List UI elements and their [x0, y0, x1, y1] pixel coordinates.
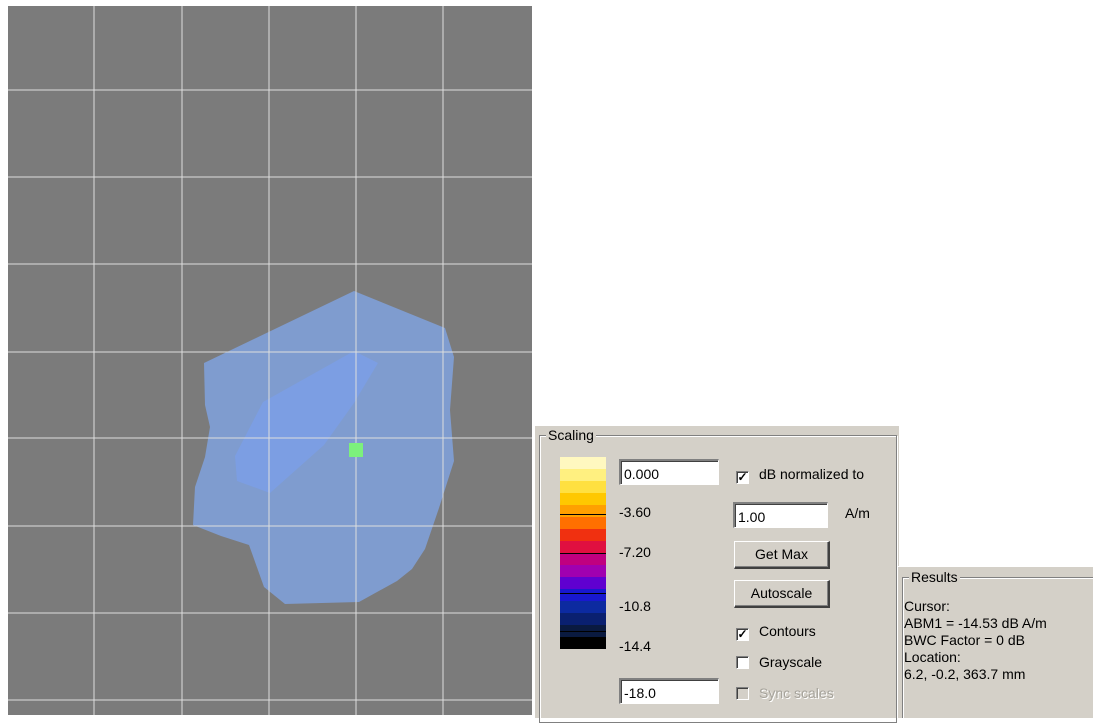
- field-plot[interactable]: [8, 6, 532, 715]
- colorbar-band: [560, 553, 606, 565]
- colorbar-band: [560, 517, 606, 529]
- min-value-input[interactable]: -18.0: [619, 678, 719, 704]
- colorbar-band: [560, 637, 606, 649]
- db-normalized-checkbox[interactable]: ✓ dB normalized to: [736, 465, 864, 484]
- results-abm1-value: ABM1 = -14.53 dB A/m: [904, 615, 1047, 631]
- field-region-outer: [193, 291, 454, 604]
- checkbox-box[interactable]: ✓: [736, 471, 749, 484]
- sync-scales-checkbox: Sync scales: [736, 684, 834, 702]
- colorbar-band: [560, 541, 606, 553]
- colorbar-band: [560, 481, 606, 493]
- colorbar-band: [560, 613, 606, 625]
- contour-line: [560, 646, 606, 647]
- contour-line: [560, 593, 606, 594]
- field-plot-canvas[interactable]: [8, 6, 532, 715]
- colorbar-band: [560, 565, 606, 577]
- colorbar-band: [560, 577, 606, 589]
- colorbar-tick-label: -10.8: [619, 598, 651, 614]
- colorbar-tick-label: -14.4: [619, 638, 651, 654]
- max-value-input[interactable]: 0.000: [619, 459, 719, 485]
- results-bwc-factor: BWC Factor = 0 dB: [904, 632, 1025, 648]
- colorbar-band: [560, 469, 606, 481]
- colorbar-band: [560, 457, 606, 469]
- scaling-panel: Scaling 0.000 -3.60 -7.20 -10.8 -14.4 -1…: [534, 425, 899, 723]
- contour-line: [560, 553, 606, 554]
- checkbox-box: [736, 687, 749, 700]
- contour-line: [560, 514, 606, 515]
- scaling-group-title: Scaling: [546, 427, 596, 443]
- checkbox-box[interactable]: [736, 656, 749, 669]
- sync-scales-label: Sync scales: [759, 685, 834, 701]
- contour-line: [560, 631, 606, 632]
- cursor-marker[interactable]: [349, 443, 363, 457]
- colorbar-band: [560, 529, 606, 541]
- grayscale-label: Grayscale: [759, 654, 823, 670]
- contours-label: Contours: [759, 623, 816, 639]
- colorbar-tick-label: -7.20: [619, 544, 651, 560]
- colorbar-tick-label: -3.60: [619, 504, 651, 520]
- autoscale-button[interactable]: Autoscale: [734, 580, 830, 608]
- unit-label: A/m: [845, 505, 870, 521]
- results-location-label: Location:: [904, 649, 961, 665]
- results-location-value: 6.2, -0.2, 363.7 mm: [904, 666, 1026, 682]
- db-normalized-label: dB normalized to: [759, 466, 865, 482]
- grayscale-checkbox[interactable]: Grayscale: [736, 653, 822, 671]
- results-group-title: Results: [909, 569, 960, 585]
- get-max-button[interactable]: Get Max: [734, 541, 830, 569]
- results-panel: Results Cursor: ABM1 = -14.53 dB A/m BWC…: [898, 566, 1093, 718]
- normalize-value-input[interactable]: 1.00: [733, 502, 828, 528]
- colorbar-band: [560, 505, 606, 517]
- colorbar-band: [560, 493, 606, 505]
- checkbox-box[interactable]: ✓: [736, 628, 749, 641]
- colorbar-band: [560, 601, 606, 613]
- contours-checkbox[interactable]: ✓ Contours: [736, 622, 816, 641]
- results-cursor-label: Cursor:: [904, 598, 950, 614]
- colorbar-band: [560, 589, 606, 601]
